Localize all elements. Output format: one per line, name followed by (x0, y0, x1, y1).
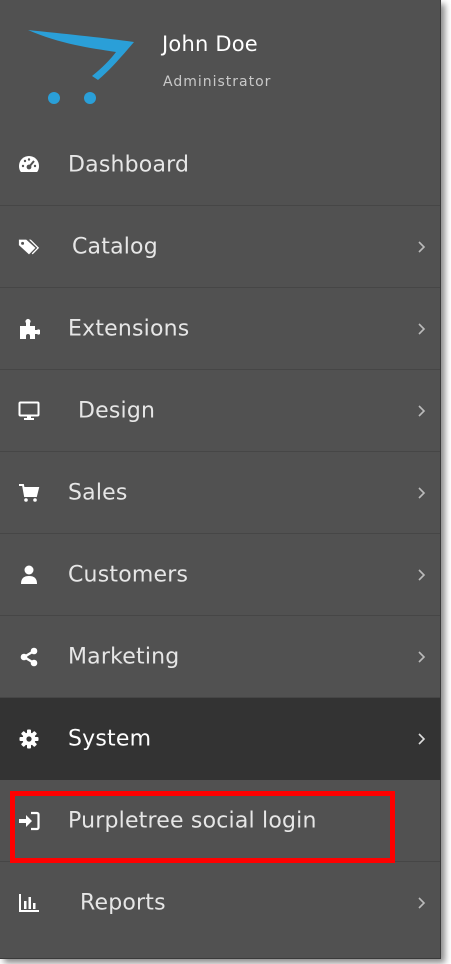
menu-label: Reports (80, 890, 166, 916)
chevron-right-icon (418, 240, 426, 253)
menu-label: Dashboard (68, 152, 190, 177)
menu-label: Customers (68, 562, 189, 587)
menu-label: System (68, 726, 152, 751)
chevron-right-icon (418, 732, 426, 745)
menu-item-sales[interactable]: Sales (0, 452, 440, 534)
menu-label: Marketing (68, 644, 180, 669)
puzzle-icon (18, 318, 40, 340)
menu-item-catalog[interactable]: Catalog (0, 206, 440, 288)
menu-item-marketing[interactable]: Marketing (0, 616, 440, 698)
menu-label: Design (78, 398, 156, 423)
user-icon (18, 564, 40, 586)
menu-label: Sales (68, 480, 128, 505)
gear-icon (18, 728, 40, 750)
chevron-right-icon (418, 322, 426, 335)
tags-icon (18, 236, 40, 258)
user-name: John Doe (162, 32, 258, 56)
main-menu: Dashboard Catalog Extensions Design Sale… (0, 124, 440, 944)
share-icon (18, 646, 40, 668)
sign-in-icon (18, 810, 40, 832)
sidebar: John Doe Administrator Dashboard Catalog… (0, 0, 441, 959)
chevron-right-icon (418, 486, 426, 499)
menu-item-dashboard[interactable]: Dashboard (0, 124, 440, 206)
chevron-right-icon (418, 404, 426, 417)
chevron-right-icon (418, 650, 426, 663)
dashboard-icon (18, 154, 40, 176)
cart-logo-icon (28, 30, 134, 104)
menu-item-customers[interactable]: Customers (0, 534, 440, 616)
menu-label: Purpletree social login (68, 808, 317, 833)
chevron-right-icon (418, 897, 426, 909)
menu-label: Catalog (72, 234, 158, 259)
menu-label: Extensions (68, 316, 190, 341)
menu-item-system[interactable]: System (0, 698, 440, 780)
menu-item-reports[interactable]: Reports (0, 862, 440, 944)
menu-item-purpletree-social-login[interactable]: Purpletree social login (0, 780, 440, 862)
menu-item-design[interactable]: Design (0, 370, 440, 452)
bar-chart-icon (18, 892, 40, 914)
monitor-icon (18, 400, 40, 422)
user-profile[interactable]: John Doe Administrator (0, 0, 440, 124)
menu-item-extensions[interactable]: Extensions (0, 288, 440, 370)
cart-icon (18, 482, 40, 504)
chevron-right-icon (418, 568, 426, 581)
user-role: Administrator (163, 74, 272, 90)
